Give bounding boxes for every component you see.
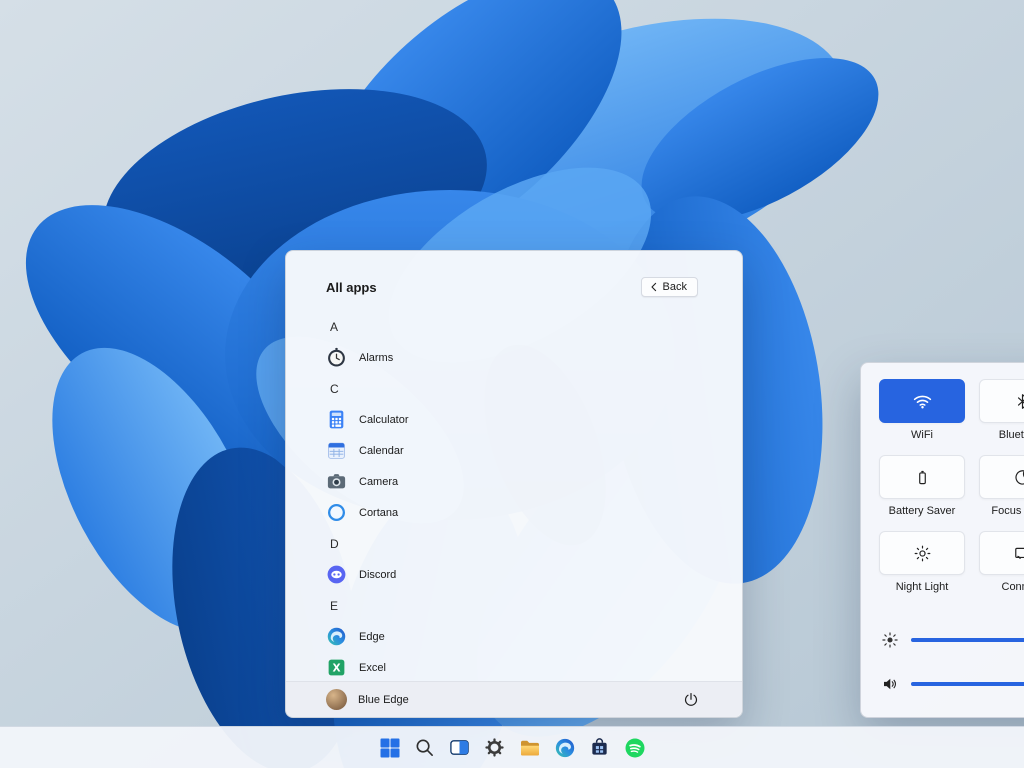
start-menu-footer: Blue Edge — [286, 681, 742, 717]
tile-label: Bluetooth — [979, 429, 1024, 441]
all-apps-list: A Alarms C — [286, 303, 742, 681]
app-item-cortana[interactable]: Cortana — [326, 497, 702, 528]
app-item-edge[interactable]: Edge — [326, 621, 702, 652]
spotify-button[interactable] — [619, 732, 651, 764]
sun-icon — [913, 544, 932, 563]
microsoft-store-icon — [589, 737, 610, 758]
folder-icon — [519, 737, 541, 759]
app-item-calendar[interactable]: Calendar — [326, 435, 702, 466]
spotify-icon — [624, 737, 646, 759]
calendar-icon — [326, 440, 347, 461]
discord-icon — [326, 564, 347, 585]
task-view-icon — [449, 737, 470, 758]
edge-button[interactable] — [549, 732, 581, 764]
start-menu-header: All apps Back — [286, 251, 742, 303]
night-light-group: Night Light — [879, 531, 965, 593]
night-light-tile[interactable] — [879, 531, 965, 575]
tile-label: Night Light — [879, 581, 965, 593]
tile-label: Connect — [979, 581, 1024, 593]
edge-icon — [554, 737, 576, 759]
volume-row — [879, 673, 1024, 695]
wifi-group: WiFi — [879, 379, 965, 441]
user-button[interactable]: Blue Edge — [326, 689, 409, 710]
brightness-slider[interactable] — [911, 638, 1024, 642]
app-label: Discord — [359, 569, 396, 581]
gear-icon — [484, 737, 505, 758]
chevron-left-icon — [650, 282, 658, 292]
quick-settings-grid: WiFi Bluetooth Battery Saver — [879, 379, 1024, 593]
tile-label: Focus assist — [979, 505, 1024, 517]
app-item-camera[interactable]: Camera — [326, 466, 702, 497]
bluetooth-tile[interactable] — [979, 379, 1024, 423]
section-letter-c[interactable]: C — [326, 373, 702, 404]
store-button[interactable] — [584, 732, 616, 764]
search-button[interactable] — [409, 732, 441, 764]
power-button[interactable] — [678, 687, 704, 713]
app-label: Alarms — [359, 352, 393, 364]
page-title: All apps — [326, 280, 377, 295]
volume-slider[interactable] — [911, 682, 1024, 686]
tile-label: Battery Saver — [879, 505, 965, 517]
wifi-tile[interactable] — [879, 379, 965, 423]
app-item-calculator[interactable]: Calculator — [326, 404, 702, 435]
power-icon — [682, 691, 700, 709]
app-item-alarms[interactable]: Alarms — [326, 342, 702, 373]
search-icon — [414, 737, 435, 758]
app-item-excel[interactable]: X Excel — [326, 652, 702, 681]
windows-start-icon — [379, 737, 401, 759]
section-letter-d[interactable]: D — [326, 528, 702, 559]
connect-tile[interactable] — [979, 531, 1024, 575]
app-label: Calculator — [359, 414, 409, 426]
excel-icon: X — [326, 657, 347, 678]
brightness-icon — [879, 629, 901, 651]
avatar — [326, 689, 347, 710]
bluetooth-icon — [1013, 392, 1024, 411]
back-label: Back — [663, 281, 687, 293]
connect-group: Connect — [979, 531, 1024, 593]
section-letter-a[interactable]: A — [326, 311, 702, 342]
calculator-icon — [326, 409, 347, 430]
app-label: Calendar — [359, 445, 404, 457]
wifi-icon — [912, 391, 933, 412]
camera-icon — [326, 471, 347, 492]
user-name: Blue Edge — [358, 694, 409, 706]
cortana-icon — [326, 502, 347, 523]
tile-label: WiFi — [879, 429, 965, 441]
app-label: Cortana — [359, 507, 398, 519]
app-item-discord[interactable]: Discord — [326, 559, 702, 590]
volume-icon — [879, 673, 901, 695]
app-label: Camera — [359, 476, 398, 488]
back-button[interactable]: Back — [641, 277, 698, 297]
moon-icon — [1013, 468, 1024, 487]
brightness-row — [879, 629, 1024, 651]
bluetooth-group: Bluetooth — [979, 379, 1024, 441]
start-button[interactable] — [374, 732, 406, 764]
alarms-icon — [326, 347, 347, 368]
focus-assist-tile[interactable] — [979, 455, 1024, 499]
section-letter-e[interactable]: E — [326, 590, 702, 621]
start-menu-all-apps: All apps Back A Alarms C — [285, 250, 743, 718]
battery-saver-group: Battery Saver — [879, 455, 965, 517]
taskbar — [0, 726, 1024, 768]
focus-assist-group: Focus assist — [979, 455, 1024, 517]
app-label: Edge — [359, 631, 385, 643]
app-label: Excel — [359, 662, 386, 674]
battery-saver-tile[interactable] — [879, 455, 965, 499]
quick-settings-panel: WiFi Bluetooth Battery Saver — [860, 362, 1024, 718]
settings-button[interactable] — [479, 732, 511, 764]
edge-icon — [326, 626, 347, 647]
connect-icon — [1013, 544, 1024, 563]
battery-icon — [913, 468, 932, 487]
task-view-button[interactable] — [444, 732, 476, 764]
file-explorer-button[interactable] — [514, 732, 546, 764]
svg-text:X: X — [332, 663, 340, 675]
